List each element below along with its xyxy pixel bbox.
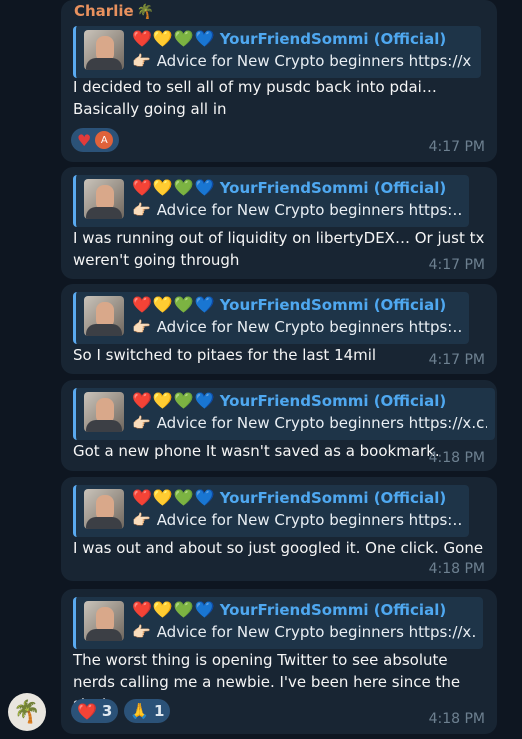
message-text: Got a new phone It wasn't saved as a boo…	[73, 442, 440, 460]
heart-icon: ❤️	[77, 701, 97, 721]
message-text: I decided to sell all of my pusdc back i…	[73, 78, 437, 118]
palm-tree-icon: 🌴	[136, 4, 155, 20]
message-time: 4:17 PM	[428, 352, 485, 368]
reply-quote[interactable]: ❤️💛💚💙 YourFriendSommi (Official) 👉🏻 Advice…	[73, 388, 495, 440]
reply-header: ❤️💛💚💙 YourFriendSommi (Official)	[132, 178, 446, 198]
reply-header: ❤️💛💚💙 YourFriendSommi (Official)	[132, 600, 446, 620]
reply-avatar	[84, 30, 124, 70]
reply-author: YourFriendSommi (Official)	[219, 392, 447, 410]
reply-snippet: 👉🏻 Advice for New Crypto beginners https:…	[132, 52, 473, 70]
message-time: 4:17 PM	[428, 139, 485, 155]
reaction-count: 3	[101, 702, 113, 720]
reply-quote[interactable]: ❤️💛💚💙 YourFriendSommi (Official) 👉🏻 Advice…	[73, 597, 483, 649]
message-bubble[interactable]: ❤️💛💚💙 YourFriendSommi (Official) 👉🏻 Advice…	[61, 284, 497, 374]
pointing-hand-icon: 👉🏻	[132, 318, 151, 336]
pray-icon: 🙏	[130, 702, 150, 720]
reactions: ❤️ 3 🙏 1	[71, 699, 171, 723]
reaction-heart[interactable]: ❤️ 3	[71, 699, 119, 723]
hearts-icon: ❤️💛💚💙	[132, 295, 216, 314]
message-time: 4:18 PM	[428, 450, 485, 466]
message-text: I was out and about so just googled it. …	[73, 539, 484, 557]
reply-snippet: 👉🏻 Advice for New Crypto beginners https:…	[132, 623, 475, 641]
pointing-hand-icon: 👉🏻	[132, 201, 151, 219]
reaction-heart[interactable]: ♥ A	[71, 128, 119, 152]
hearts-icon: ❤️💛💚💙	[132, 488, 216, 507]
message-bubble[interactable]: ❤️💛💚💙 YourFriendSommi (Official) 👉🏻 Advice…	[61, 589, 497, 734]
user-avatar[interactable]: 🌴	[8, 693, 46, 731]
hearts-icon: ❤️💛💚💙	[132, 391, 216, 410]
message-bubble[interactable]: ❤️💛💚💙 YourFriendSommi (Official) 👉🏻 Advice…	[61, 380, 497, 471]
reply-header: ❤️💛💚💙 YourFriendSommi (Official)	[132, 29, 446, 49]
reply-snippet: 👉🏻 Advice for New Crypto beginners https:…	[132, 318, 461, 336]
message-bubble[interactable]: ❤️💛💚💙 YourFriendSommi (Official) 👉🏻 Advice…	[61, 167, 497, 279]
reply-author: YourFriendSommi (Official)	[219, 601, 447, 619]
pointing-hand-icon: 👉🏻	[132, 414, 151, 432]
message-time: 4:18 PM	[428, 561, 485, 577]
reaction-count: 1	[154, 702, 165, 720]
message-bubble[interactable]: ❤️💛💚💙 YourFriendSommi (Official) 👉🏻 Advice…	[61, 477, 497, 581]
palm-tree-icon: 🌴	[13, 699, 41, 725]
reaction-pray[interactable]: 🙏 1	[124, 699, 171, 723]
message-time: 4:17 PM	[428, 257, 485, 273]
hearts-icon: ❤️💛💚💙	[132, 178, 216, 197]
reply-header: ❤️💛💚💙 YourFriendSommi (Official)	[132, 488, 446, 508]
reply-quote[interactable]: ❤️💛💚💙 YourFriendSommi (Official) 👉🏻 Advice…	[73, 175, 469, 227]
reply-snippet: 👉🏻 Advice for New Crypto beginners https:…	[132, 414, 487, 432]
reply-snippet: 👉🏻 Advice for New Crypto beginners https:…	[132, 511, 461, 529]
pointing-hand-icon: 👉🏻	[132, 52, 151, 70]
heart-icon: ♥	[77, 130, 92, 150]
reactor-avatar: A	[95, 131, 114, 149]
reply-avatar	[84, 392, 124, 432]
pointing-hand-icon: 👉🏻	[132, 623, 151, 641]
reply-author: YourFriendSommi (Official)	[219, 179, 447, 197]
message-time: 4:18 PM	[428, 711, 485, 727]
reply-author: YourFriendSommi (Official)	[219, 30, 447, 48]
reply-header: ❤️💛💚💙 YourFriendSommi (Official)	[132, 391, 446, 411]
reply-avatar	[84, 296, 124, 336]
message-bubble[interactable]: Charlie 🌴 ❤️💛💚💙 YourFriendSommi (Official)…	[61, 0, 497, 162]
hearts-icon: ❤️💛💚💙	[132, 600, 216, 619]
reply-quote[interactable]: ❤️💛💚💙 YourFriendSommi (Official) 👉🏻 Advice…	[73, 26, 481, 78]
reply-snippet: 👉🏻 Advice for New Crypto beginners https:…	[132, 201, 461, 219]
hearts-icon: ❤️💛💚💙	[132, 29, 216, 48]
reply-quote[interactable]: ❤️💛💚💙 YourFriendSommi (Official) 👉🏻 Advice…	[73, 485, 469, 537]
reply-author: YourFriendSommi (Official)	[219, 296, 447, 314]
pointing-hand-icon: 👉🏻	[132, 511, 151, 529]
reply-header: ❤️💛💚💙 YourFriendSommi (Official)	[132, 295, 446, 315]
reply-author: YourFriendSommi (Official)	[219, 489, 447, 507]
reply-quote[interactable]: ❤️💛💚💙 YourFriendSommi (Official) 👉🏻 Advice…	[73, 292, 469, 344]
reply-avatar	[84, 179, 124, 219]
reply-avatar	[84, 601, 124, 641]
sender-name[interactable]: Charlie 🌴	[74, 2, 154, 20]
reply-avatar	[84, 489, 124, 529]
reactions: ♥ A	[71, 128, 119, 152]
